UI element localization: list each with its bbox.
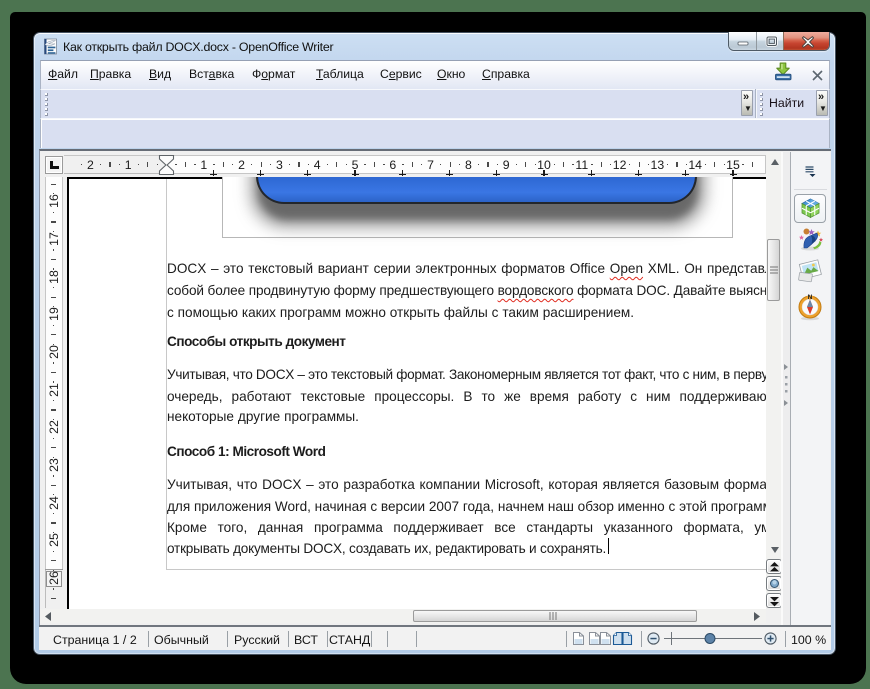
svg-text:N: N — [808, 294, 813, 301]
